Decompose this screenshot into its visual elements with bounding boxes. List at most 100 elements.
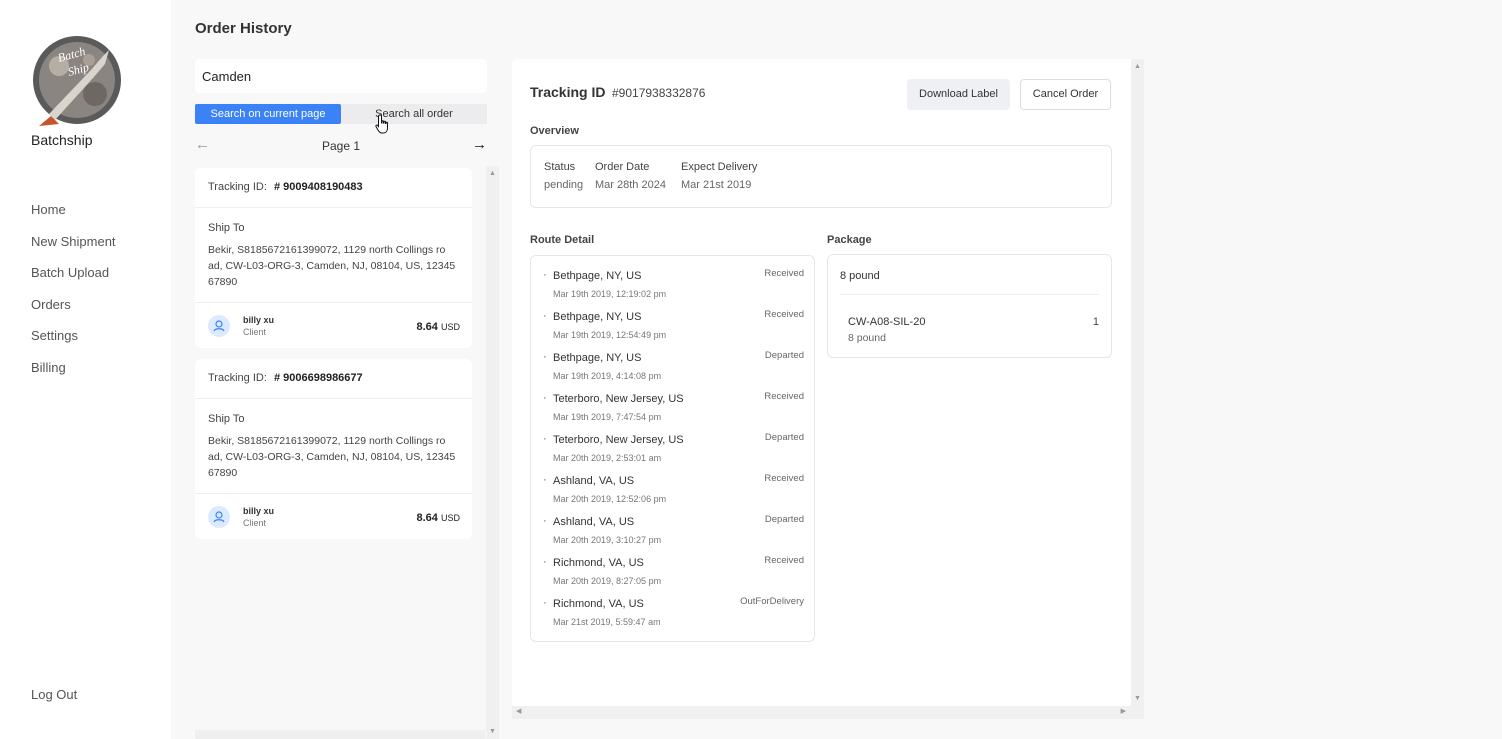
scroll-right-icon[interactable]: ▶: [1121, 707, 1126, 715]
route-location: Bethpage, NY, US: [553, 352, 642, 364]
scroll-down-icon[interactable]: ▼: [489, 728, 496, 735]
route-time: Mar 19th 2019, 12:54:49 pm: [553, 330, 667, 340]
order-date-label: Order Date: [595, 161, 650, 173]
route-item: · Teterboro, New Jersey, US Mar 20th 201…: [531, 429, 816, 470]
bullet: ·: [543, 515, 547, 527]
search-all-order-button[interactable]: Search all order: [341, 104, 487, 124]
route-status: Received: [764, 473, 804, 484]
search-current-page-button[interactable]: Search on current page: [195, 104, 341, 124]
bullet: ·: [543, 269, 547, 281]
search-input[interactable]: Camden: [195, 59, 487, 93]
route-location: Bethpage, NY, US: [553, 270, 642, 282]
bullet: ·: [543, 310, 547, 322]
user-icon: [208, 506, 230, 528]
cancel-order-button[interactable]: Cancel Order: [1020, 79, 1111, 110]
brand-name: Batchship: [31, 132, 93, 148]
route-location: Ashland, VA, US: [553, 516, 635, 528]
route-time: Mar 21st 2019, 5:59:47 am: [553, 617, 661, 627]
route-item: · Bethpage, NY, US Mar 19th 2019, 4:14:0…: [531, 347, 816, 388]
route-location: Bethpage, NY, US: [553, 311, 642, 323]
route-time: Mar 19th 2019, 4:14:08 pm: [553, 371, 662, 381]
scroll-up-icon[interactable]: ▲: [489, 170, 496, 177]
route-time: Mar 20th 2019, 3:10:27 pm: [553, 535, 662, 545]
page-title: Order History: [195, 20, 292, 37]
amount-value: 8.64: [416, 321, 438, 333]
route-status: Received: [764, 268, 804, 279]
address-line: ad, CW-L03-ORG-3, Camden, NJ, 08104, US,…: [208, 260, 456, 272]
expect-delivery-value: Mar 21st 2019: [681, 179, 752, 191]
scroll-down-icon[interactable]: ▼: [1134, 695, 1141, 702]
overview-title: Overview: [530, 125, 579, 137]
order-card-body: Ship To Bekir, S8185672161399072, 1129 n…: [195, 399, 472, 494]
nav-item-orders[interactable]: Orders: [31, 297, 116, 329]
tracking-id-label: Tracking ID:: [208, 372, 267, 384]
hand-pointer-icon: [375, 114, 391, 134]
order-card-header: Tracking ID: # 9006698986677: [195, 359, 472, 399]
route-status: Departed: [764, 514, 804, 525]
order-date-field: Order Date Mar 28th 2024: [595, 161, 666, 191]
order-amount: 8.64 USD: [417, 321, 461, 333]
route-location: Teterboro, New Jersey, US: [553, 434, 684, 446]
tracking-id-value: # 9006698986677: [273, 372, 363, 384]
route-status: Received: [764, 391, 804, 402]
route-time: Mar 20th 2019, 2:53:01 am: [553, 453, 662, 463]
logout-link[interactable]: Log Out: [31, 687, 77, 702]
sidebar-nav: Home New Shipment Batch Upload Orders Se…: [31, 202, 116, 392]
arrow-right-icon[interactable]: →: [472, 136, 487, 153]
client-role: Client: [243, 327, 267, 337]
detail-hscrollbar[interactable]: ◀ ▶: [512, 706, 1144, 719]
expect-delivery-label: Expect Delivery: [681, 161, 758, 173]
bullet: ·: [543, 556, 547, 568]
download-label-button[interactable]: Download Label: [907, 79, 1010, 110]
order-list[interactable]: Tracking ID: # 9009408190483 Ship To Bek…: [195, 166, 499, 739]
package-box: 8 pound CW-A08-SIL-20 8 pound 1: [827, 254, 1112, 358]
address-line: Bekir, S8185672161399072, 1129 north Col…: [208, 244, 446, 256]
order-card-body: Ship To Bekir, S8185672161399072, 1129 n…: [195, 208, 472, 303]
route-status: Received: [764, 555, 804, 566]
order-list-hscrollbar[interactable]: [195, 730, 485, 739]
order-card[interactable]: Tracking ID: # 9009408190483 Ship To Bek…: [195, 168, 472, 348]
scroll-left-icon[interactable]: ◀: [516, 707, 521, 715]
tracking-id-label: Tracking ID:: [208, 181, 267, 193]
route-status: Received: [764, 309, 804, 320]
detail-vscrollbar[interactable]: ▲ ▼: [1131, 59, 1144, 706]
route-status: Departed: [764, 350, 804, 361]
route-detail-title: Route Detail: [530, 234, 595, 246]
nav-item-new-shipment[interactable]: New Shipment: [31, 234, 116, 266]
pagination: ← Page 1 →: [195, 136, 487, 156]
nav-item-settings[interactable]: Settings: [31, 328, 116, 360]
page-label: Page 1: [321, 139, 361, 153]
route-detail-list: · Bethpage, NY, US Mar 19th 2019, 12:19:…: [530, 255, 815, 642]
status-label: Status: [544, 161, 576, 173]
order-card-footer: billy xu Client 8.64 USD: [195, 303, 472, 348]
address-line: 67890: [208, 276, 238, 288]
batchship-logo[interactable]: Batch Ship: [29, 36, 125, 130]
ship-to-address: Bekir, S8185672161399072, 1129 north Col…: [208, 433, 459, 481]
status-field: Status pending: [544, 161, 583, 191]
scroll-up-icon[interactable]: ▲: [1134, 63, 1141, 70]
package-sku: CW-A08-SIL-20: [848, 316, 926, 328]
order-list-scrollbar[interactable]: ▲ ▼: [486, 166, 499, 739]
overview-box: Status pending Order Date Mar 28th 2024 …: [530, 145, 1112, 208]
order-date-value: Mar 28th 2024: [595, 179, 666, 191]
currency: USD: [440, 513, 460, 523]
search-scope-toggle: Search on current page Search all order: [195, 104, 487, 124]
client-role: Client: [243, 518, 267, 528]
expect-delivery-field: Expect Delivery Mar 21st 2019: [681, 161, 757, 191]
divider: [840, 294, 1099, 295]
package-title: Package: [827, 234, 872, 246]
route-time: Mar 19th 2019, 12:19:02 pm: [553, 289, 667, 299]
nav-item-batch-upload[interactable]: Batch Upload: [31, 265, 116, 297]
nav-item-billing[interactable]: Billing: [31, 360, 116, 392]
bullet: ·: [543, 392, 547, 404]
ship-to-address: Bekir, S8185672161399072, 1129 north Col…: [208, 242, 459, 290]
package-sku-weight: 8 pound: [848, 332, 886, 344]
bullet: ·: [543, 474, 547, 486]
route-location: Richmond, VA, US: [553, 557, 644, 569]
package-weight: 8 pound: [840, 270, 880, 282]
address-line: ad, CW-L03-ORG-3, Camden, NJ, 08104, US,…: [208, 451, 456, 463]
order-card[interactable]: Tracking ID: # 9006698986677 Ship To Bek…: [195, 359, 472, 539]
address-line: Bekir, S8185672161399072, 1129 north Col…: [208, 435, 446, 447]
nav-item-home[interactable]: Home: [31, 202, 116, 234]
route-item: · Ashland, VA, US Mar 20th 2019, 12:52:0…: [531, 470, 816, 511]
